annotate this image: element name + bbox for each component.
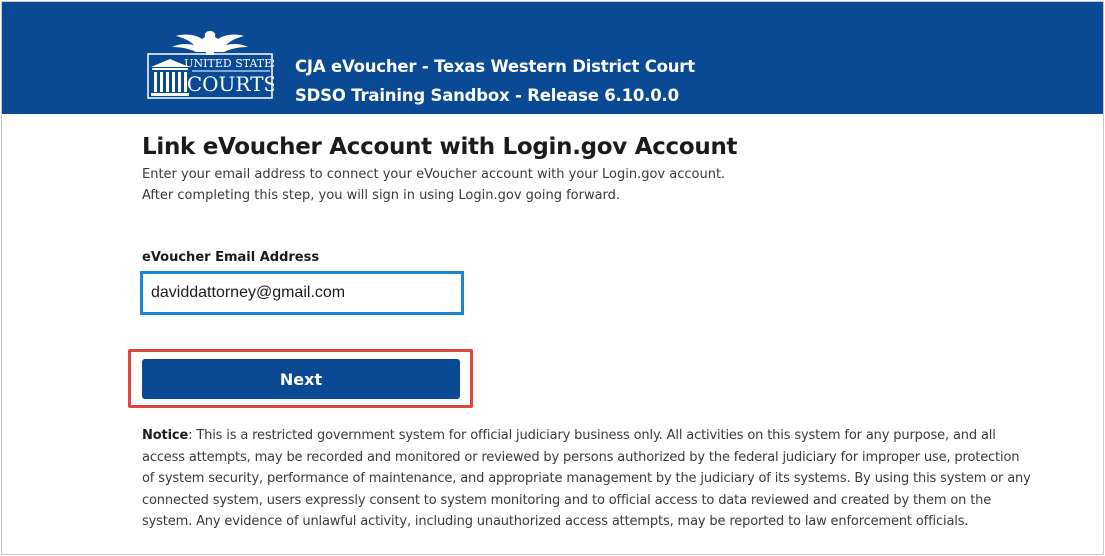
email-field-label: eVoucher Email Address xyxy=(142,250,320,265)
site-subtitle: SDSO Training Sandbox - Release 6.10.0.0 xyxy=(295,86,679,105)
email-field-container xyxy=(140,271,464,315)
logo-text-bottom: COURTS xyxy=(187,72,274,96)
notice-body: : This is a restricted government system… xyxy=(142,428,1031,529)
notice-text: Notice: This is a restricted government … xyxy=(142,425,1032,533)
page-frame: UNITED STATES COURTS CJA eVoucher - Texa… xyxy=(1,1,1104,555)
eagle-icon xyxy=(172,31,248,55)
notice-heading: Notice xyxy=(142,428,189,443)
main-content: Link eVoucher Account with Login.gov Acc… xyxy=(142,132,1042,206)
us-courts-logo[interactable]: UNITED STATES COURTS xyxy=(146,27,274,99)
logo-text-top: UNITED STATES xyxy=(184,57,274,70)
intro-text: Enter your email address to connect your… xyxy=(142,164,1042,206)
site-title: CJA eVoucher - Texas Western District Co… xyxy=(295,57,695,76)
next-button[interactable]: Next xyxy=(142,359,460,399)
site-header: UNITED STATES COURTS CJA eVoucher - Texa… xyxy=(2,2,1103,114)
email-field[interactable] xyxy=(143,274,461,312)
site-titles: CJA eVoucher - Texas Western District Co… xyxy=(295,52,695,110)
intro-line-2: After completing this step, you will sig… xyxy=(142,188,621,203)
page-title: Link eVoucher Account with Login.gov Acc… xyxy=(142,134,738,160)
intro-line-1: Enter your email address to connect your… xyxy=(142,167,726,182)
